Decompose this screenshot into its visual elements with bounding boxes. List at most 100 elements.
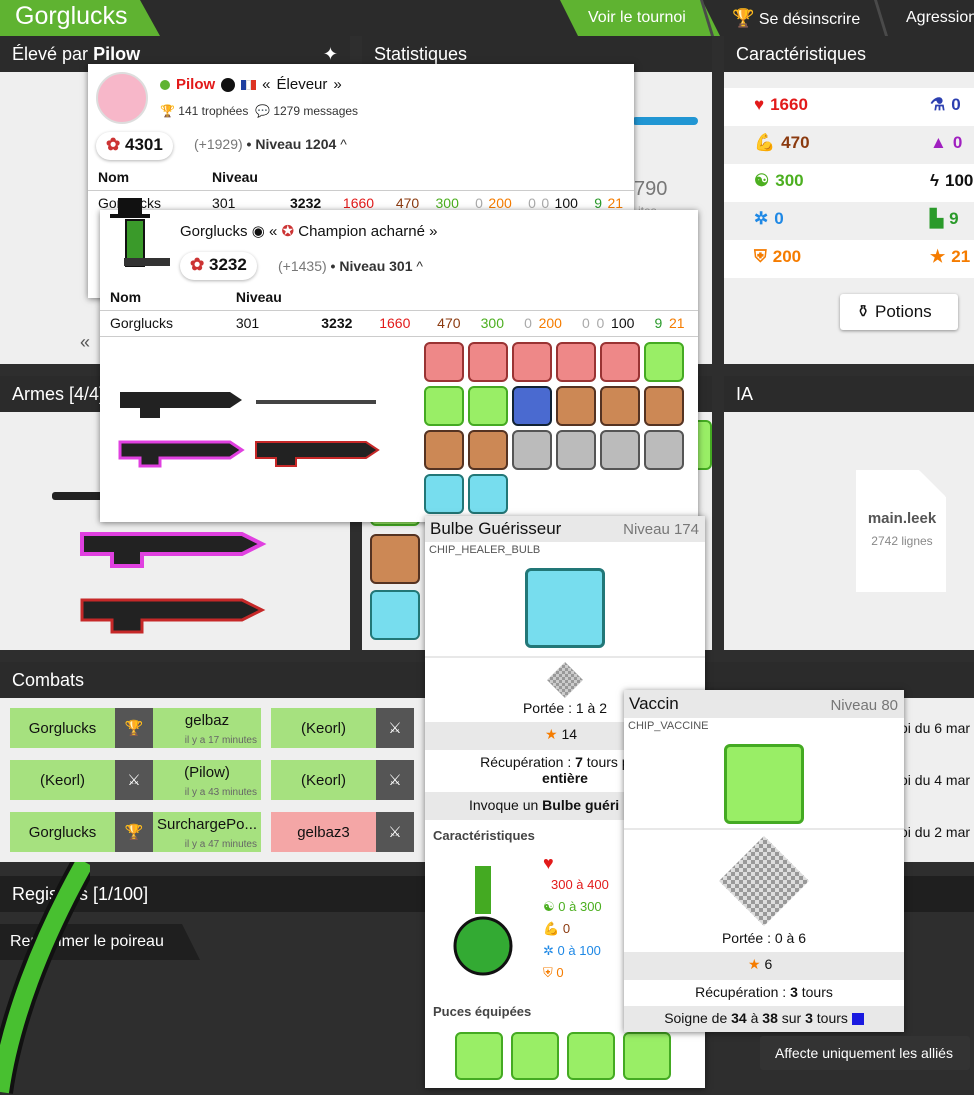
range-diagram	[547, 662, 583, 698]
farmer-name: Pilow	[176, 76, 216, 93]
vaccine-popup: Vaccin Niveau 80 CHIP_VACCINE Portée : 0…	[624, 690, 904, 1032]
chip-cost: ★ 6	[748, 956, 773, 972]
chip-icon[interactable]	[424, 386, 464, 426]
potions-button[interactable]: ⚱ Potions	[840, 294, 958, 330]
table-row[interactable]: Gorglucks30132321660470300020000100921	[100, 310, 698, 336]
sword-icon: ⚔	[376, 760, 414, 800]
view-tournament-button[interactable]: Voir le tournoi	[560, 0, 720, 36]
chip-icon[interactable]	[600, 430, 640, 470]
range-diagram	[719, 836, 809, 926]
tp-stat: ★ 21	[930, 247, 971, 266]
chip-level: Niveau 174	[623, 521, 699, 538]
leek-table: Nom Niveau Gorglucks 301 3232 1660 470 300 0 200…	[100, 284, 698, 337]
chip-icon[interactable]	[468, 430, 508, 470]
fight-entry[interactable]: (Keorl) ⚔ (Pilow) il y a 43 minutes	[10, 760, 261, 800]
chip-icon[interactable]	[424, 342, 464, 382]
star-icon: ★	[930, 247, 946, 266]
france-flag-icon	[241, 79, 257, 90]
chip-level: Niveau 80	[830, 697, 898, 714]
aggression-button[interactable]: Agression	[890, 0, 974, 36]
fight-entry[interactable]: gelbaz3 ⚔	[271, 812, 414, 852]
unregister-label: Se désinscrire	[758, 11, 861, 28]
chip-icon[interactable]	[512, 342, 552, 382]
chip-summons: Invoque un Bulbe guéri	[469, 797, 620, 813]
leek-icon: ◉	[251, 223, 265, 240]
ai-file-lines: 2742 lignes	[871, 534, 933, 548]
ribbon-icon: ✪	[281, 223, 295, 240]
sword-icon: ⚔	[115, 760, 153, 800]
characteristics-panel: Caractéristiques ♥ 1660 💪 470 ☯ 300 ✲ 0 ⛨ 200…	[724, 36, 974, 364]
sword-icon: ⚔	[376, 812, 414, 852]
chip-wall-slot[interactable]	[370, 534, 420, 584]
chip-icon[interactable]	[644, 342, 684, 382]
chip-icon[interactable]	[512, 386, 552, 426]
chip-icon[interactable]	[424, 430, 464, 470]
heart-icon: ♥	[754, 95, 765, 114]
wizard-hat-icon: ▲	[930, 133, 947, 152]
ai-file[interactable]	[856, 470, 946, 592]
prev-arrow[interactable]: «	[80, 332, 90, 353]
leek-name: Gorglucks	[180, 223, 248, 240]
life-stat: ♥ 1660	[754, 95, 808, 114]
talent-badge: ✿ 4301	[96, 132, 173, 160]
resistance-stat: ⛨ 200	[754, 247, 802, 266]
chip-icon[interactable]	[455, 1032, 503, 1080]
chip-icon[interactable]	[600, 342, 640, 382]
wisdom-icon: ☯	[543, 899, 555, 914]
chip-icon[interactable]	[567, 1032, 615, 1080]
tooltip: Affecte uniquement les alliés	[760, 1036, 970, 1070]
vaccine-icon	[724, 744, 804, 824]
leek-name-title: Gorglucks	[0, 0, 160, 36]
chip-icon[interactable]	[556, 342, 596, 382]
fight-entry[interactable]: (Keorl) ⚔	[271, 760, 414, 800]
gazor-weapon-image[interactable]	[76, 580, 276, 636]
fight-entry[interactable]: Gorglucks 🏆 gelbaz il y a 17 minutes	[10, 708, 261, 748]
strength-icon: 💪	[754, 133, 776, 152]
trophy-icon: 🏆	[160, 104, 175, 118]
chip-icon[interactable]	[424, 474, 464, 514]
ai-header: IA	[724, 376, 974, 412]
chip-healer-bulb-slot[interactable]	[370, 590, 420, 640]
unregister-button[interactable]: 🏆 Se désinscrire	[712, 0, 882, 36]
fight-entry[interactable]: (Keorl) ⚔	[271, 708, 414, 748]
talent-icon: ✿	[106, 135, 121, 154]
chip-icon[interactable]	[468, 342, 508, 382]
stat-value: 790	[634, 178, 668, 200]
agility-stat: ✲ 0	[754, 209, 784, 228]
star-icon: ★	[748, 956, 761, 972]
chip-name: Bulbe Guérisseur	[430, 519, 562, 538]
chips-grid	[424, 342, 688, 514]
chip-icon[interactable]	[644, 430, 684, 470]
farmer-avatar	[96, 72, 148, 124]
chip-icon[interactable]	[556, 430, 596, 470]
magic-stat: ▲ 0	[930, 133, 963, 152]
laser-rifle-weapon-image[interactable]	[76, 514, 276, 570]
chip-cost: ★ 14	[545, 726, 578, 742]
characteristics-header: Caractéristiques	[724, 36, 974, 72]
chip-code: CHIP_HEALER_BULB	[429, 544, 541, 556]
chip-icon[interactable]	[511, 1032, 559, 1080]
equipped-chips-label: Puces équipées	[433, 1004, 532, 1019]
chip-icon[interactable]	[644, 386, 684, 426]
fight-date: oi du 6 mar	[900, 720, 971, 736]
chip-icon[interactable]	[556, 386, 596, 426]
chip-icon[interactable]	[600, 386, 640, 426]
chip-icon[interactable]	[468, 474, 508, 514]
equipped-chips	[455, 1032, 671, 1080]
wisdom-stat: ☯ 300	[754, 171, 804, 190]
potion-icon: ⚱	[856, 302, 871, 321]
weapon-thumbnails	[118, 392, 380, 468]
trophy-icon: 🏆	[115, 812, 153, 852]
fight-date: oi du 4 mar	[900, 772, 971, 788]
allies-only-icon	[851, 1013, 864, 1026]
science-stat: ⚗ 0	[930, 95, 961, 114]
chip-icon[interactable]	[623, 1032, 671, 1080]
chip-icon[interactable]	[468, 386, 508, 426]
sword-icon: ⚔	[376, 708, 414, 748]
characteristics-label: Caractéristiques	[433, 828, 535, 843]
bulb-stats: ♥ 300 à 400 ☯ 0 à 300 💪 0 ✲ 0 à 100 ⛨ 0	[543, 853, 609, 980]
trophy-icon: 🏆	[732, 8, 755, 28]
star-icon: ★	[545, 726, 558, 742]
fight-entry[interactable]: Gorglucks 🏆 SurchargePo... il y a 47 minute…	[10, 812, 261, 852]
chip-icon[interactable]	[512, 430, 552, 470]
